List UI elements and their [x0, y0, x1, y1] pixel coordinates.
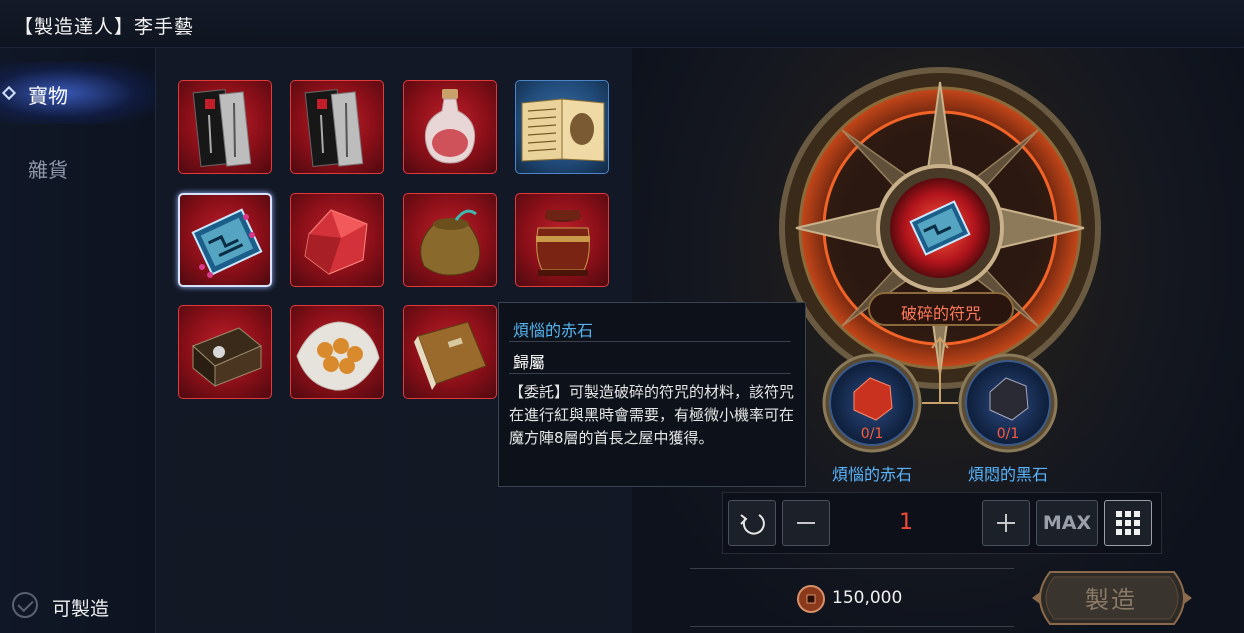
item-slot-scroll-1[interactable] — [178, 80, 272, 174]
material-count: 0/1 — [860, 426, 884, 442]
result-name: 破碎的符咒 — [900, 304, 981, 323]
tooltip-item-name: 煩惱的赤石 — [513, 321, 594, 340]
refresh-icon — [740, 514, 765, 535]
craftable-filter-label: 可製造 — [52, 598, 110, 620]
item-slot-potion[interactable] — [403, 80, 497, 174]
result-name-badge: 破碎的符咒 — [868, 292, 1014, 326]
pearls-icon — [296, 321, 380, 391]
tooltip-divider — [509, 373, 791, 374]
material-name[interactable]: 煩悶的黑石 — [952, 461, 1064, 485]
plus-icon — [997, 514, 1015, 532]
item-slot-pearls[interactable] — [290, 305, 384, 399]
tooltip-description: 【委託】可製造破碎的符咒的材料，該符咒在進行紅與黑時會需要，有極微小機率可在魔方… — [509, 383, 795, 447]
empty-slot — [178, 417, 272, 511]
quantity-value[interactable]: 1 — [866, 510, 946, 535]
item-slot-scroll-2[interactable] — [290, 80, 384, 174]
keypad-grid-icon — [1116, 511, 1140, 535]
scroll-icon — [304, 88, 364, 168]
minus-icon — [797, 522, 815, 524]
tab-treasure[interactable]: 寶物 — [0, 62, 156, 124]
decrease-button[interactable] — [782, 500, 830, 546]
reset-button[interactable] — [728, 500, 776, 546]
category-sidebar: 寶物 雜貨 — [0, 48, 156, 633]
increase-button[interactable] — [982, 500, 1030, 546]
empty-slot — [403, 417, 497, 511]
selected-diamond-icon — [1, 85, 17, 101]
potion-vase-icon — [424, 89, 476, 164]
empty-slot — [515, 529, 609, 623]
open-book-icon — [521, 98, 605, 162]
coin-icon — [797, 585, 825, 613]
item-slot-red-crystal[interactable] — [290, 193, 384, 287]
urn-icon — [536, 210, 590, 276]
tab-label: 雜貨 — [28, 158, 68, 182]
item-slot-talisman[interactable] — [178, 193, 272, 287]
tooltip-divider — [509, 341, 791, 342]
empty-slot — [178, 529, 272, 623]
chest-icon — [192, 327, 262, 388]
empty-slot — [290, 417, 384, 511]
cost-amount: 150,000 — [832, 588, 903, 608]
cost-divider — [690, 568, 1014, 569]
material-name[interactable]: 煩惱的赤石 — [816, 461, 928, 485]
keypad-button[interactable] — [1104, 500, 1152, 546]
red-crystal-icon — [304, 209, 368, 275]
item-slot-pouch[interactable] — [403, 193, 497, 287]
empty-slot — [403, 529, 497, 623]
tab-goods[interactable]: 雜貨 — [0, 136, 156, 198]
item-slot-open-book[interactable] — [515, 80, 609, 174]
material-count: 0/1 — [996, 426, 1020, 442]
item-slot-tome[interactable] — [403, 305, 497, 399]
make-button-label: 製造 — [1085, 586, 1137, 614]
item-tooltip: 煩惱的赤石 歸屬 【委託】可製造破碎的符咒的材料，該符咒在進行紅與黑時會需要，有… — [498, 302, 806, 487]
title-bar: 【製造達人】李手藝 — [0, 0, 1244, 48]
item-slot-chest[interactable] — [178, 305, 272, 399]
item-slot-urn[interactable] — [515, 193, 609, 287]
tome-icon — [414, 321, 487, 390]
cost-divider — [690, 626, 1014, 627]
pouch-icon — [420, 209, 481, 276]
max-label: MAX — [1042, 512, 1092, 534]
check-circle-icon[interactable] — [12, 592, 38, 618]
window-title: 【製造達人】李手藝 — [14, 16, 195, 38]
scroll-icon — [192, 88, 252, 168]
tab-label: 寶物 — [28, 84, 68, 108]
max-button[interactable]: MAX — [1036, 500, 1098, 546]
talisman-icon — [191, 208, 263, 278]
tooltip-binding: 歸屬 — [513, 353, 546, 372]
empty-slot — [290, 529, 384, 623]
